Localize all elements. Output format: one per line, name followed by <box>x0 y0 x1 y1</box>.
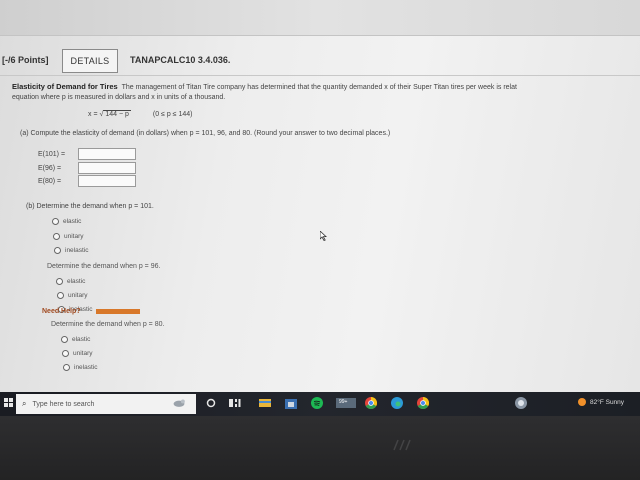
option-elastic-80[interactable]: elastic <box>61 334 90 344</box>
radio-icon[interactable] <box>57 291 64 299</box>
radio-icon[interactable] <box>62 349 69 357</box>
file-explorer-icon[interactable] <box>258 396 272 410</box>
option-label: inelastic <box>74 363 98 371</box>
option-unitary-80[interactable]: unitary <box>62 348 93 358</box>
problem-intro: Elasticity of Demand for Tires The manag… <box>12 82 640 103</box>
option-label: inelastic <box>65 246 89 254</box>
elasticity-label: E(80) = <box>38 177 62 185</box>
problem-title: Elasticity of Demand for Tires <box>12 82 118 91</box>
browser-screen: [-/6 Points] DETAILS TANAPCALC10 3.4.036… <box>0 0 640 392</box>
store-icon[interactable] <box>284 396 298 410</box>
option-unitary-96[interactable]: unitary <box>57 290 88 300</box>
search-placeholder: Type here to search <box>32 400 95 408</box>
option-label: unitary <box>64 232 84 240</box>
intro-line-1: The management of Titan Tire company has… <box>121 84 517 91</box>
spotify-icon[interactable] <box>310 396 324 410</box>
problem-header: [-/6 Points] DETAILS TANAPCALC10 3.4.036… <box>0 46 640 76</box>
part-a-prompt: (a) Compute the elasticity of demand (in… <box>20 130 391 137</box>
chrome-icon[interactable] <box>364 396 378 410</box>
help-read-it-button[interactable] <box>96 309 140 314</box>
chrome-active-icon[interactable] <box>416 396 430 410</box>
browser-pinned-icon[interactable] <box>514 396 528 410</box>
search-icon: ⌕ <box>22 399 27 408</box>
elasticity-row-96: E(96) = <box>38 162 136 174</box>
radio-icon[interactable] <box>56 277 63 285</box>
elasticity-label: E(101) = <box>38 150 66 158</box>
task-view-icon[interactable] <box>228 396 242 410</box>
mail-badge-icon[interactable]: 99+ <box>336 396 356 410</box>
option-elastic-96[interactable]: elastic <box>56 276 85 286</box>
notification-badge: 99+ <box>339 399 348 405</box>
monitor-bezel <box>0 416 640 480</box>
option-label: elastic <box>63 217 82 225</box>
monitor-logo-icon <box>393 439 411 451</box>
radio-icon[interactable] <box>52 217 59 225</box>
elasticity-row-80: E(80) = <box>38 175 136 187</box>
windows-start-icon[interactable] <box>4 398 14 408</box>
option-inelastic-101[interactable]: inelastic <box>54 245 88 255</box>
option-label: elastic <box>67 277 86 285</box>
radio-icon[interactable] <box>54 246 61 254</box>
weather-widget[interactable]: 82°F Sunny <box>578 398 624 406</box>
weather-text: 82°F Sunny <box>590 398 625 406</box>
browser-top-bar <box>0 0 640 36</box>
intro-line-2: equation where p is measured in dollars … <box>12 94 226 101</box>
problem-id: TANAPCALC10 3.4.036. <box>130 55 231 65</box>
taskbar-search[interactable]: ⌕ Type here to search <box>16 394 196 414</box>
details-button[interactable]: DETAILS <box>62 49 118 73</box>
formula-radicand: 144 − p <box>103 110 131 118</box>
need-help-label: Need Help? <box>42 308 81 315</box>
radio-icon[interactable] <box>61 335 68 343</box>
edge-icon[interactable] <box>390 396 404 410</box>
elasticity-label: E(96) = <box>38 164 62 172</box>
cortana-circle-icon[interactable] <box>204 396 218 410</box>
formula-lhs: x = <box>88 111 98 118</box>
option-inelastic-80[interactable]: inelastic <box>63 362 97 372</box>
option-label: unitary <box>73 349 93 357</box>
elasticity-input-80[interactable] <box>78 175 136 187</box>
option-unitary-101[interactable]: unitary <box>53 231 84 241</box>
radio-icon[interactable] <box>63 363 70 371</box>
elasticity-input-101[interactable] <box>78 148 136 160</box>
elasticity-input-96[interactable] <box>78 162 136 174</box>
mouse-cursor-icon <box>320 231 328 241</box>
cortana-animal-icon[interactable] <box>172 396 186 410</box>
formula-domain: (0 ≤ p ≤ 144) <box>152 111 193 118</box>
part-b-prompt: (b) Determine the demand when p = 101. <box>26 203 154 210</box>
question-label-96: Determine the demand when p = 96. <box>47 263 161 270</box>
radio-icon[interactable] <box>53 232 60 240</box>
sun-icon <box>578 398 586 406</box>
option-label: unitary <box>68 291 88 299</box>
windows-taskbar: ⌕ Type here to search 99+ 82°F Sunny <box>0 392 640 416</box>
option-elastic-101[interactable]: elastic <box>52 216 81 226</box>
elasticity-row-101: E(101) = <box>38 148 136 160</box>
option-label: elastic <box>72 335 91 343</box>
demand-formula: x = √ 144 − p (0 ≤ p ≤ 144) <box>88 110 193 118</box>
points-label: [-/6 Points] <box>2 55 49 65</box>
question-label-80: Determine the demand when p = 80. <box>51 321 165 328</box>
